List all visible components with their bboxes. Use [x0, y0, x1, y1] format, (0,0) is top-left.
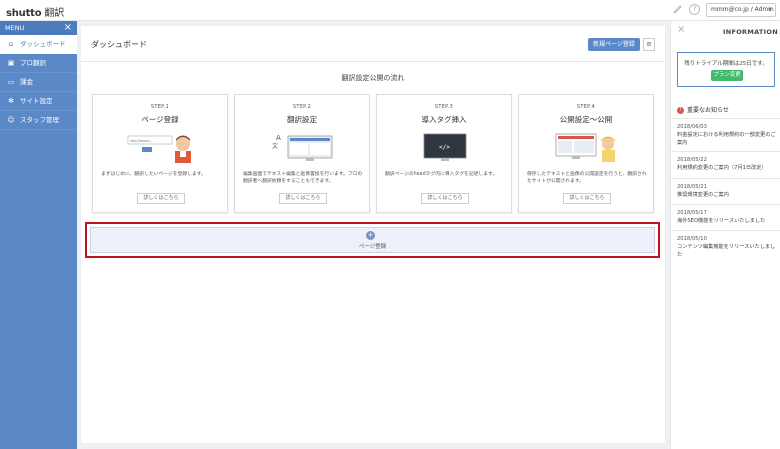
- notice-title: 重要なお知らせ: [687, 107, 729, 114]
- learn-more-button[interactable]: 詳しくはこちら: [137, 193, 185, 204]
- credit-card-icon: ▭: [7, 78, 15, 86]
- svg-text:http://www.s...: http://www.s...: [130, 139, 153, 143]
- trial-box: 残りトライアル期間は25日です。 プラン変更: [677, 52, 775, 87]
- news-item[interactable]: 2018/05/21 推奨環境変更のご案内: [677, 183, 777, 199]
- step-description: 編集画面でテキスト編集と画像置換を行います。プロの翻訳者へ翻訳依頼をすることもで…: [243, 172, 363, 184]
- add-page-highlight: + ページ登録: [85, 222, 660, 258]
- sidebar-item-staff[interactable]: ☺ スタッフ管理: [0, 111, 77, 130]
- sidebar-header: MENU ×: [0, 21, 77, 35]
- new-page-button[interactable]: 新規ページ登録: [588, 38, 640, 51]
- main-content: ダッシュボード 新規ページ登録 ≡ 翻訳設定公開の流れ STEP.1 ページ登録…: [81, 26, 665, 443]
- sidebar-item-label: ダッシュボード: [20, 40, 66, 48]
- home-icon: ⌂: [8, 40, 14, 48]
- step-number: STEP.1: [150, 104, 170, 110]
- svg-text:文: 文: [272, 142, 278, 150]
- logo-brand: shutto: [6, 8, 42, 19]
- step-description: 保存したテキストと画像の公開設定を行うと、翻訳されたサイトが公開されます。: [527, 172, 647, 184]
- news-date: 2018/05/21: [677, 184, 707, 190]
- step-title: ページ登録: [141, 115, 179, 124]
- step-number: STEP.3: [434, 104, 454, 110]
- divider: [671, 204, 780, 205]
- sidebar-item-pro-translation[interactable]: ▣ プロ翻訳: [0, 54, 77, 73]
- add-page-button[interactable]: + ページ登録: [90, 227, 655, 253]
- svg-text:A: A: [276, 134, 281, 142]
- learn-more-button[interactable]: 詳しくはこちら: [421, 193, 469, 204]
- learn-more-button[interactable]: 詳しくはこちら: [563, 193, 611, 204]
- news-text: 推奨環境変更のご案内: [677, 192, 729, 198]
- notice-heading: ! 重要なお知らせ: [677, 105, 729, 114]
- news-text: コンテンツ編集機能をリリースいたしました: [677, 244, 776, 258]
- step-number: STEP.2: [292, 104, 312, 110]
- step-description: 翻訳ページのheadタグ内に導入タグを記述します。: [385, 172, 498, 177]
- sidebar-item-label: スタッフ管理: [20, 116, 59, 124]
- news-text: 海外SEO機能をリリースいたしました: [677, 218, 766, 224]
- rocket-icon[interactable]: [672, 4, 683, 15]
- step-card-2: STEP.2 翻訳設定 A 文 編集画面でテキスト編集と画像置換を行います。プロ…: [234, 94, 370, 213]
- divider: [81, 61, 665, 62]
- plus-icon: +: [366, 231, 375, 240]
- app-logo[interactable]: shutto 翻訳: [6, 4, 64, 19]
- divider: [671, 230, 780, 231]
- step-title: 翻訳設定: [287, 115, 317, 124]
- step-number: STEP.4: [576, 104, 596, 110]
- translate-illustration: A 文: [268, 130, 338, 163]
- step-card-4: STEP.4 公開設定〜公開 保存したテキストと画像の公開設定を行うと、翻訳され…: [518, 94, 654, 213]
- divider: [671, 178, 780, 179]
- close-icon[interactable]: ×: [64, 21, 72, 35]
- flow-title: 翻訳設定公開の流れ: [341, 74, 405, 82]
- translate-icon: ▣: [7, 59, 15, 67]
- sidebar-item-dashboard[interactable]: ⌂ ダッシュボード: [0, 35, 77, 54]
- news-text: 料金設定における利用規約の一部変更のご案内: [677, 132, 776, 146]
- news-text: 利用規約変更のご案内（7月1日改定）: [677, 165, 767, 171]
- step-card-1: STEP.1 ページ登録 http://www.s... まずはじめに、翻訳した…: [92, 94, 228, 213]
- user-menu-label: mmm@co.jp / Admin: [711, 6, 774, 13]
- publish-illustration: [552, 130, 622, 163]
- alert-icon: !: [677, 107, 684, 114]
- help-icon[interactable]: ?: [689, 4, 700, 15]
- user-menu[interactable]: mmm@co.jp / Admin ▼: [706, 3, 776, 17]
- news-item[interactable]: 2018/06/03 料金設定における利用規約の一部変更のご案内: [677, 123, 777, 147]
- page-title: ダッシュボード: [91, 40, 147, 49]
- news-item[interactable]: 2018/05/10 コンテンツ編集機能をリリースいたしました: [677, 235, 777, 259]
- sidebar-item-label: サイト設定: [20, 97, 53, 105]
- news-date: 2018/06/03: [677, 124, 707, 130]
- step-card-3: STEP.3 導入タグ挿入 </> 翻訳ページのheadタグ内に導入タグを記述し…: [376, 94, 512, 213]
- divider: [671, 118, 780, 119]
- plan-change-button[interactable]: プラン変更: [711, 70, 743, 81]
- sidebar-item-label: 課金: [20, 78, 33, 86]
- sidebar-item-label: プロ翻訳: [20, 59, 46, 67]
- panel-title: INFORMATION: [723, 28, 778, 36]
- caret-down-icon: ▼: [768, 7, 772, 13]
- information-panel: × INFORMATION 残りトライアル期間は25日です。 プラン変更 ! 重要…: [670, 21, 780, 449]
- news-date: 2018/05/10: [677, 236, 707, 242]
- sidebar-item-site-settings[interactable]: ✻ サイト設定: [0, 92, 77, 111]
- sidebar-item-billing[interactable]: ▭ 課金: [0, 73, 77, 92]
- news-item[interactable]: 2018/05/22 利用規約変更のご案内（7月1日改定）: [677, 156, 777, 172]
- gear-icon: ✻: [8, 97, 14, 105]
- sidebar-header-label: MENU: [5, 24, 25, 32]
- top-bar: shutto 翻訳 ? mmm@co.jp / Admin ▼: [0, 0, 780, 21]
- code-tag-illustration: </>: [410, 130, 480, 163]
- users-icon: ☺: [7, 116, 15, 124]
- page-register-illustration: http://www.s...: [126, 130, 196, 163]
- divider: [671, 151, 780, 152]
- sidebar: MENU × ⌂ ダッシュボード ▣ プロ翻訳 ▭ 課金 ✻ サイト設定 ☺ スタッフ管理: [0, 21, 77, 449]
- step-title: 導入タグ挿入: [421, 115, 467, 124]
- news-date: 2018/05/17: [677, 210, 707, 216]
- trial-text: 残りトライアル期間は25日です。: [684, 61, 768, 67]
- menu-icon[interactable]: ≡: [643, 38, 655, 51]
- news-item[interactable]: 2018/05/17 海外SEO機能をリリースいたしました: [677, 209, 777, 225]
- learn-more-button[interactable]: 詳しくはこちら: [279, 193, 327, 204]
- news-date: 2018/05/22: [677, 157, 707, 163]
- close-icon[interactable]: ×: [677, 24, 685, 35]
- step-description: まずはじめに、翻訳したいページを登録します。: [101, 172, 206, 177]
- svg-text:</>: </>: [439, 144, 450, 151]
- step-title: 公開設定〜公開: [559, 115, 613, 124]
- add-page-label: ページ登録: [358, 244, 387, 250]
- logo-suffix: 翻訳: [44, 8, 65, 19]
